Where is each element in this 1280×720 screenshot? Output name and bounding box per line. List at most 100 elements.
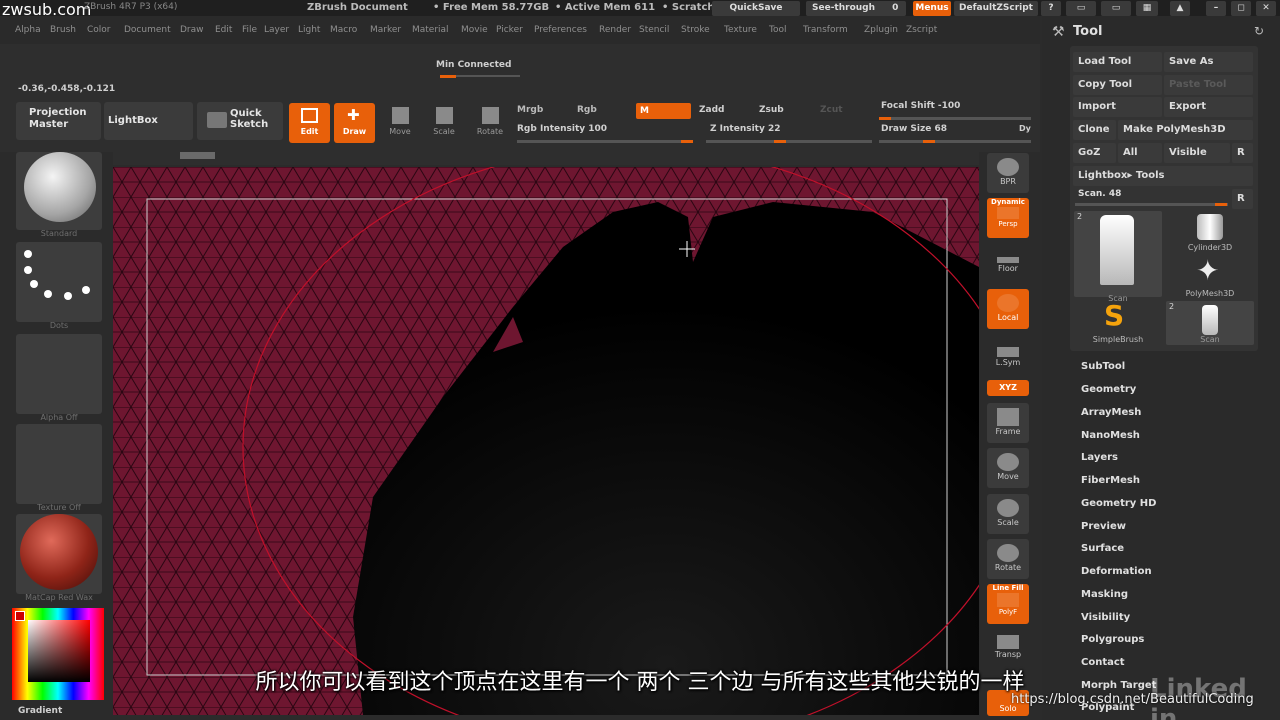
quicksave-button[interactable]: QuickSave bbox=[712, 1, 800, 16]
tool-thumb-simplebrush[interactable]: S SimpleBrush bbox=[1074, 299, 1162, 345]
floor-button[interactable]: Floor bbox=[987, 243, 1029, 283]
fibermesh-section[interactable]: FiberMesh bbox=[1081, 475, 1140, 486]
menu-item[interactable]: Brush bbox=[50, 25, 76, 35]
see-through-slider[interactable]: See-through 0 bbox=[806, 1, 906, 16]
preview-section[interactable]: Preview bbox=[1081, 521, 1126, 532]
make-polymesh-button[interactable]: Make PolyMesh3D bbox=[1118, 120, 1253, 140]
menu-item[interactable]: Macro bbox=[330, 25, 357, 35]
save-as-button[interactable]: Save As bbox=[1164, 52, 1253, 72]
menu-item[interactable]: File bbox=[242, 25, 257, 35]
canvas-scrollbar[interactable] bbox=[180, 152, 215, 159]
goz-all-button[interactable]: All bbox=[1118, 143, 1162, 163]
brush-thumbnail[interactable]: Standard bbox=[16, 152, 102, 238]
menus-button[interactable]: Menus bbox=[913, 1, 951, 16]
surface-section[interactable]: Surface bbox=[1081, 543, 1124, 554]
palette-icon[interactable]: ▦ bbox=[1136, 1, 1158, 16]
polygroups-section[interactable]: Polygroups bbox=[1081, 634, 1144, 645]
scale-mode-button[interactable]: Scale bbox=[424, 103, 464, 143]
import-button[interactable]: Import bbox=[1073, 97, 1162, 117]
paste-tool-button[interactable]: Paste Tool bbox=[1164, 75, 1253, 95]
copy-tool-button[interactable]: Copy Tool bbox=[1073, 75, 1162, 95]
dynamic-size-toggle[interactable]: Dy bbox=[1019, 124, 1031, 133]
stroke-thumbnail[interactable]: Dots bbox=[16, 242, 102, 330]
connected-slider[interactable] bbox=[440, 75, 520, 78]
rotate-view-button[interactable]: Rotate bbox=[987, 539, 1029, 579]
zcut-button[interactable]: Zcut bbox=[820, 105, 843, 115]
tool-title[interactable]: Tool bbox=[1073, 24, 1102, 39]
move-view-button[interactable]: Move bbox=[987, 448, 1029, 488]
menu-item[interactable]: Zscript bbox=[906, 25, 937, 35]
material-thumbnail[interactable]: MatCap Red Wax bbox=[16, 514, 102, 602]
goz-visible-button[interactable]: Visible bbox=[1164, 143, 1230, 163]
menu-item[interactable]: Render bbox=[599, 25, 631, 35]
tool-thumb-polymesh[interactable]: ✦ PolyMesh3D bbox=[1166, 254, 1254, 298]
menu-item[interactable]: Document bbox=[124, 25, 171, 35]
xyz-button[interactable]: XYZ bbox=[987, 380, 1029, 396]
menu-item[interactable]: Light bbox=[298, 25, 320, 35]
close-icon[interactable]: ✕ bbox=[1256, 1, 1276, 16]
goz-r-button[interactable]: R bbox=[1232, 143, 1253, 163]
maximize-icon[interactable]: ◻ bbox=[1231, 1, 1251, 16]
lock-icon[interactable]: ▲ bbox=[1170, 1, 1190, 16]
m-button[interactable]: M bbox=[636, 103, 691, 119]
menu-item[interactable]: Picker bbox=[496, 25, 523, 35]
menu-item[interactable]: Texture bbox=[724, 25, 757, 35]
menu-item[interactable]: Zplugin bbox=[864, 25, 898, 35]
menu-item[interactable]: Edit bbox=[215, 25, 232, 35]
export-button[interactable]: Export bbox=[1164, 97, 1253, 117]
help-icon[interactable]: ? bbox=[1041, 1, 1061, 16]
mrgb-button[interactable]: Mrgb bbox=[517, 105, 543, 115]
menu-item[interactable]: Layer bbox=[264, 25, 289, 35]
draw-mode-button[interactable]: ✚ Draw bbox=[334, 103, 375, 143]
minimize-icon[interactable]: – bbox=[1206, 1, 1226, 16]
refresh-icon[interactable]: ↻ bbox=[1254, 24, 1264, 38]
layers-section[interactable]: Layers bbox=[1081, 452, 1118, 463]
menu-item[interactable]: Transform bbox=[803, 25, 848, 35]
menu-item[interactable]: Stroke bbox=[681, 25, 710, 35]
menu-item[interactable]: Material bbox=[412, 25, 449, 35]
visibility-section[interactable]: Visibility bbox=[1081, 612, 1130, 623]
projection-master-button[interactable]: Projection Master bbox=[16, 102, 101, 140]
subtool-section[interactable]: SubTool bbox=[1081, 361, 1125, 372]
menu-item[interactable]: Preferences bbox=[534, 25, 587, 35]
main-color-swatch[interactable] bbox=[15, 611, 25, 621]
menu-item[interactable]: Tool bbox=[769, 25, 786, 35]
tool-thumb-cylinder[interactable]: Cylinder3D bbox=[1166, 211, 1254, 253]
viewport-canvas[interactable] bbox=[113, 167, 979, 715]
tool-thumb-scan-2[interactable]: 2 Scan bbox=[1166, 301, 1254, 345]
clone-button[interactable]: Clone bbox=[1073, 120, 1116, 140]
geometry-section[interactable]: Geometry bbox=[1081, 384, 1136, 395]
menu-item[interactable]: Movie bbox=[461, 25, 488, 35]
layout-icon[interactable]: ▭ bbox=[1066, 1, 1096, 16]
scan-r-button[interactable]: R bbox=[1232, 189, 1253, 209]
masking-section[interactable]: Masking bbox=[1081, 589, 1128, 600]
gradient-label[interactable]: Gradient bbox=[18, 706, 62, 716]
arraymesh-section[interactable]: ArrayMesh bbox=[1081, 407, 1141, 418]
menu-item[interactable]: Stencil bbox=[639, 25, 669, 35]
rotate-mode-button[interactable]: Rotate bbox=[470, 103, 510, 143]
load-tool-button[interactable]: Load Tool bbox=[1073, 52, 1162, 72]
menu-item[interactable]: Color bbox=[87, 25, 111, 35]
polyf-button[interactable]: Line Fill PolyF bbox=[987, 584, 1029, 624]
lsym-button[interactable]: L.Sym bbox=[987, 335, 1029, 375]
zsub-button[interactable]: Zsub bbox=[759, 105, 784, 115]
goz-button[interactable]: GoZ bbox=[1073, 143, 1116, 163]
z-intensity-slider[interactable] bbox=[706, 140, 872, 143]
tool-thumb-scan[interactable]: 2 Scan bbox=[1074, 211, 1162, 303]
scan-slider[interactable]: Scan. 48 bbox=[1073, 186, 1231, 206]
persp-button[interactable]: Dynamic Persp bbox=[987, 198, 1029, 238]
scale-view-button[interactable]: Scale bbox=[987, 494, 1029, 534]
quick-sketch-button[interactable]: Quick Sketch bbox=[197, 102, 283, 140]
default-zscript-button[interactable]: DefaultZScript bbox=[954, 1, 1038, 16]
lightbox-button[interactable]: LightBox bbox=[104, 102, 193, 140]
menu-item[interactable]: Marker bbox=[370, 25, 401, 35]
lightbox-tools-button[interactable]: Lightbox▸ Tools bbox=[1073, 166, 1253, 186]
edit-mode-button[interactable]: Edit bbox=[289, 103, 330, 143]
focal-shift-slider[interactable] bbox=[879, 117, 1031, 120]
geometry-hd-section[interactable]: Geometry HD bbox=[1081, 498, 1156, 509]
rgb-intensity-slider[interactable] bbox=[517, 140, 693, 143]
layout-alt-icon[interactable]: ▭ bbox=[1101, 1, 1131, 16]
bpr-button[interactable]: BPR bbox=[987, 153, 1029, 193]
alpha-thumbnail[interactable]: Alpha Off bbox=[16, 334, 102, 422]
zadd-button[interactable]: Zadd bbox=[699, 105, 724, 115]
